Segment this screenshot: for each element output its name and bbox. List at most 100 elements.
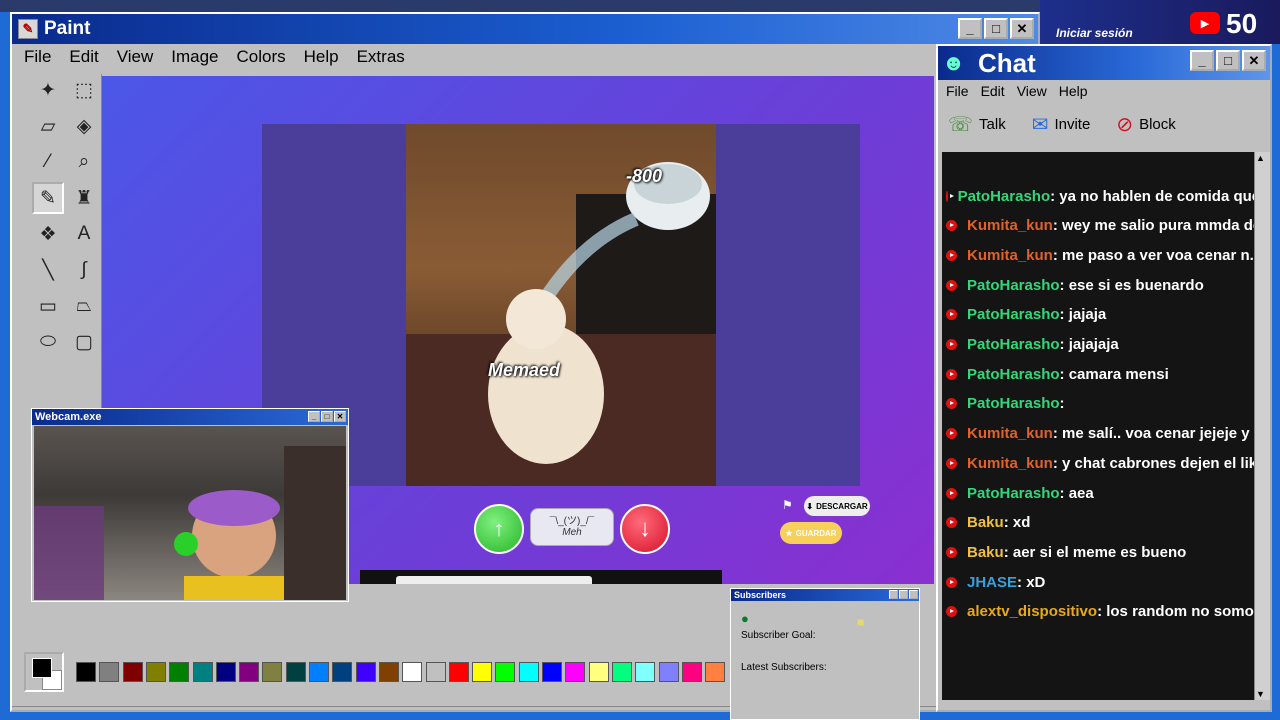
ellipse-icon[interactable]: ⬭: [32, 326, 64, 358]
palette-swatch[interactable]: [99, 662, 120, 682]
fill-icon[interactable]: ◈: [68, 110, 100, 142]
polygon-icon[interactable]: ⏢: [68, 290, 100, 322]
palette-swatch[interactable]: [658, 662, 679, 682]
chat-username[interactable]: PatoHarasho: [967, 395, 1060, 412]
palette-swatch[interactable]: [262, 662, 283, 682]
chat-username[interactable]: PatoHarasho: [967, 485, 1060, 502]
palette-swatch[interactable]: [495, 662, 516, 682]
magnifier-icon[interactable]: ⌕: [68, 146, 100, 178]
close-button[interactable]: ✕: [1010, 18, 1034, 39]
chat-menu-edit[interactable]: Edit: [981, 83, 1005, 99]
chat-username[interactable]: Baku: [967, 544, 1004, 561]
upvote-button[interactable]: ↑: [474, 504, 524, 554]
chat-username[interactable]: Baku: [967, 514, 1004, 531]
palette-swatch[interactable]: [402, 662, 423, 682]
menu-edit[interactable]: Edit: [69, 47, 98, 67]
menu-colors[interactable]: Colors: [237, 47, 286, 67]
block-button[interactable]: ⊘ Block: [1116, 112, 1175, 137]
palette-swatch[interactable]: [309, 662, 329, 682]
talk-button[interactable]: ☏ Talk: [948, 112, 1006, 137]
palette-swatch[interactable]: [705, 662, 726, 682]
menu-view[interactable]: View: [117, 47, 154, 67]
chat-username[interactable]: JHASE: [967, 574, 1017, 591]
palette-swatch[interactable]: [145, 662, 166, 682]
chat-username[interactable]: PatoHarasho: [958, 188, 1051, 205]
palette-swatch[interactable]: [542, 662, 562, 682]
chat-message-list[interactable]: PatoHarasho : ya no hablen de comida que…: [942, 152, 1254, 700]
palette-swatch[interactable]: [681, 662, 702, 682]
save-button[interactable]: ★ GUARDAR: [780, 522, 842, 544]
chat-username[interactable]: PatoHarasho: [967, 366, 1060, 383]
close-button[interactable]: [909, 590, 918, 599]
curve-icon[interactable]: ∫: [68, 254, 100, 286]
rect-select-icon[interactable]: ⬚: [68, 74, 100, 106]
chat-title-bar[interactable]: ☻ Chat _ □ ✕: [938, 46, 1270, 80]
palette-swatch[interactable]: [518, 662, 539, 682]
paint-title-bar[interactable]: ✎ Paint _ □ ✕: [12, 14, 1038, 44]
chat-username[interactable]: Kumita_kun: [967, 455, 1053, 472]
brush-icon[interactable]: ♜: [68, 182, 100, 214]
palette-swatch[interactable]: [169, 662, 190, 682]
color-picker-icon[interactable]: ⁄: [32, 146, 64, 178]
downvote-button[interactable]: ↓: [620, 504, 670, 554]
palette-swatch[interactable]: [425, 662, 446, 682]
chat-menu-view[interactable]: View: [1017, 83, 1047, 99]
palette-swatch[interactable]: [122, 662, 143, 682]
subscribers-title-bar[interactable]: Subscribers: [731, 589, 919, 601]
close-button[interactable]: ✕: [334, 411, 346, 422]
download-button[interactable]: ⬇ DESCARGAR: [804, 496, 870, 516]
palette-swatch[interactable]: [588, 662, 609, 682]
rectangle-icon[interactable]: ▭: [32, 290, 64, 322]
chat-username[interactable]: Kumita_kun: [967, 247, 1053, 264]
text-icon[interactable]: A: [68, 218, 100, 250]
menu-file[interactable]: File: [24, 47, 51, 67]
menu-extras[interactable]: Extras: [357, 47, 405, 67]
minimize-button[interactable]: [889, 590, 898, 599]
free-select-icon[interactable]: ✦: [32, 74, 64, 106]
menu-help[interactable]: Help: [304, 47, 339, 67]
chat-scrollbar[interactable]: ▲ ▼: [1254, 152, 1270, 700]
chat-menu-help[interactable]: Help: [1059, 83, 1088, 99]
minimize-button[interactable]: _: [958, 18, 982, 39]
minimize-button[interactable]: _: [308, 411, 320, 422]
webcam-title-bar[interactable]: Webcam.exe _ □ ✕: [32, 409, 348, 425]
palette-swatch[interactable]: [332, 662, 353, 682]
palette-swatch[interactable]: [611, 662, 632, 682]
palette-swatch[interactable]: [76, 662, 96, 682]
chat-menu-file[interactable]: File: [946, 83, 969, 99]
minimize-button[interactable]: _: [1190, 50, 1214, 71]
maximize-button[interactable]: □: [1216, 50, 1240, 71]
chat-username[interactable]: PatoHarasho: [967, 277, 1060, 294]
palette-swatch[interactable]: [192, 662, 213, 682]
palette-swatch[interactable]: [565, 662, 586, 682]
palette-swatch[interactable]: [448, 662, 469, 682]
palette-swatch[interactable]: [355, 662, 376, 682]
maximize-button[interactable]: [899, 590, 908, 599]
chat-username[interactable]: Kumita_kun: [967, 217, 1053, 234]
palette-swatch[interactable]: [635, 662, 656, 682]
line-icon[interactable]: ╲: [32, 254, 64, 286]
airbrush-icon[interactable]: ❖: [32, 218, 64, 250]
palette-swatch[interactable]: [378, 662, 399, 682]
scroll-down-icon[interactable]: ▼: [1256, 689, 1265, 699]
palette-swatch[interactable]: [215, 662, 236, 682]
login-link[interactable]: Iniciar sesión: [1056, 26, 1133, 40]
close-button[interactable]: ✕: [1242, 50, 1266, 71]
rounded-rect-icon[interactable]: ▢: [68, 326, 100, 358]
chat-username[interactable]: Kumita_kun: [967, 425, 1053, 442]
chat-username[interactable]: PatoHarasho: [967, 336, 1060, 353]
pencil-icon[interactable]: ✎: [32, 182, 64, 214]
chat-username[interactable]: PatoHarasho: [967, 306, 1060, 323]
palette-swatch[interactable]: [285, 662, 306, 682]
scroll-up-icon[interactable]: ▲: [1256, 153, 1265, 163]
eraser-icon[interactable]: ▱: [32, 110, 64, 142]
maximize-button[interactable]: □: [321, 411, 333, 422]
palette-swatch[interactable]: [239, 662, 260, 682]
palette-swatch[interactable]: [472, 662, 493, 682]
invite-button[interactable]: ✉ Invite: [1032, 112, 1091, 137]
flag-icon[interactable]: ⚑: [782, 498, 793, 512]
maximize-button[interactable]: □: [984, 18, 1008, 39]
chat-username[interactable]: alextv_dispositivo: [967, 603, 1097, 620]
foreground-color-swatch[interactable]: [32, 658, 52, 678]
meh-button[interactable]: ¯\_(ツ)_/¯ Meh: [530, 508, 614, 546]
